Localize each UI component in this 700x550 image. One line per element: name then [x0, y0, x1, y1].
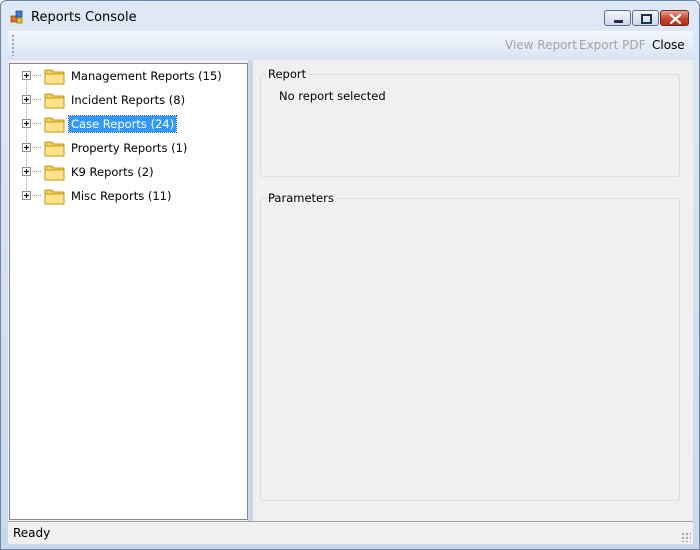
tree-item[interactable]: Management Reports (15)	[10, 65, 248, 87]
tree-item-label: Property Reports (1)	[71, 141, 188, 155]
tree-item[interactable]: Incident Reports (8)	[10, 89, 248, 111]
reports-tree[interactable]: Management Reports (15) Incident Reports …	[9, 63, 248, 520]
resize-grip[interactable]	[681, 532, 691, 542]
tree-item[interactable]: Case Reports (24)	[10, 113, 248, 135]
status-text: Ready	[13, 526, 51, 540]
tree-connector	[32, 99, 42, 100]
tree-item-label: Management Reports (15)	[71, 69, 222, 83]
app-icon	[10, 10, 23, 24]
folder-icon	[44, 90, 66, 110]
folder-icon	[44, 114, 66, 134]
expand-plus-icon[interactable]	[22, 167, 31, 176]
report-group-title: Report	[266, 67, 309, 81]
tree-connector	[32, 123, 42, 124]
tree-item[interactable]: Misc Reports (11)	[10, 185, 248, 207]
minimize-button[interactable]	[604, 10, 631, 26]
reports-console-window: Reports Console View Report Export PDF C…	[0, 0, 700, 550]
title-bar[interactable]: Reports Console	[1, 1, 699, 31]
tree-item-label: Misc Reports (11)	[71, 189, 172, 203]
tree-connector	[32, 147, 42, 148]
status-bar: Ready	[8, 521, 693, 544]
expand-plus-icon[interactable]	[22, 71, 31, 80]
folder-icon	[44, 162, 66, 182]
tree-item[interactable]: K9 Reports (2)	[10, 161, 248, 183]
window-title: Reports Console	[31, 10, 137, 25]
tree-connector	[32, 75, 42, 76]
folder-icon	[44, 66, 66, 86]
maximize-icon	[641, 14, 652, 24]
close-button[interactable]: Close	[652, 38, 685, 52]
maximize-button[interactable]	[632, 10, 659, 26]
tree-connector	[32, 195, 42, 196]
tree-item-label: K9 Reports (2)	[71, 165, 154, 179]
tree-item-label: Case Reports (24)	[67, 115, 178, 133]
toolbar-grip[interactable]	[11, 34, 15, 56]
expand-plus-icon[interactable]	[22, 119, 31, 128]
expand-plus-icon[interactable]	[22, 95, 31, 104]
export-pdf-button[interactable]: Export PDF	[579, 38, 645, 52]
expand-plus-icon[interactable]	[22, 143, 31, 152]
report-groupbox: Report No report selected	[260, 67, 680, 177]
report-status-text: No report selected	[279, 89, 386, 103]
client-area: Management Reports (15) Incident Reports …	[8, 60, 693, 521]
window-close-button[interactable]	[660, 10, 689, 26]
parameters-groupbox: Parameters	[260, 191, 680, 501]
minimize-icon	[614, 20, 623, 23]
tree-item[interactable]: Property Reports (1)	[10, 137, 248, 159]
expand-plus-icon[interactable]	[22, 191, 31, 200]
parameters-group-title: Parameters	[266, 191, 336, 205]
toolbar: View Report Export PDF Close	[8, 31, 693, 60]
tree-connector	[32, 171, 42, 172]
view-report-button[interactable]: View Report	[505, 38, 577, 52]
folder-icon	[44, 186, 66, 206]
splitter[interactable]	[248, 60, 253, 521]
folder-icon	[44, 138, 66, 158]
tree-item-label: Incident Reports (8)	[71, 93, 186, 107]
close-icon	[669, 13, 682, 25]
